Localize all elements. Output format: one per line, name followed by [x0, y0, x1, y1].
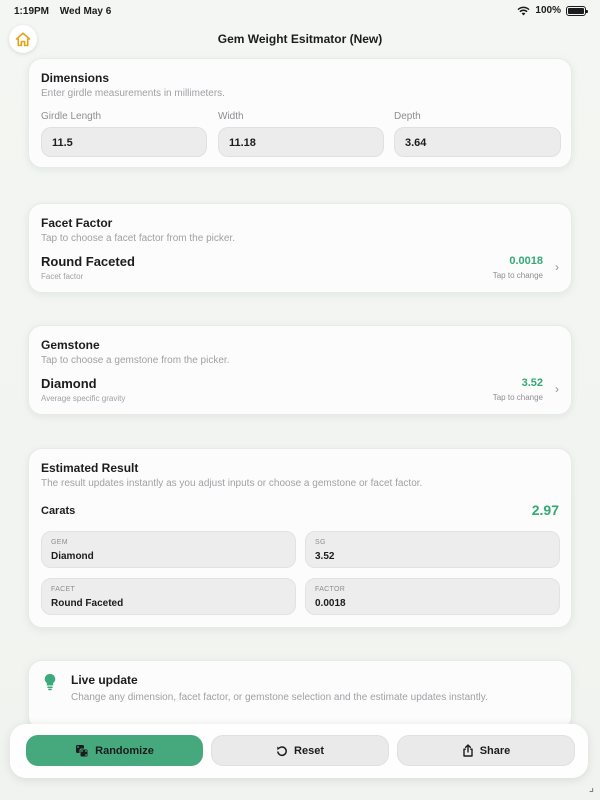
status-left: 1:19PM Wed May 6 [14, 6, 119, 17]
live-update-text: Change any dimension, facet factor, or g… [71, 692, 488, 703]
carats-value: 2.97 [531, 502, 559, 518]
gemstone-value: 3.52 [521, 377, 543, 389]
page-title: Gem Weight Esitmator (New) [217, 32, 383, 46]
live-update-title: Live update [71, 673, 138, 687]
girdle-length-label: Girdle Length [41, 111, 102, 122]
battery-icon [566, 5, 588, 16]
width-input[interactable]: 11.18 [218, 127, 384, 157]
lightbulb-icon [44, 673, 56, 696]
result-tile-sg: SG 3.52 [305, 531, 560, 568]
live-update-card: Live update Change any dimension, facet … [28, 660, 572, 730]
girdle-length-input[interactable]: 11.5 [41, 127, 207, 157]
gemstone-caption: Average specific gravity [41, 394, 126, 403]
status-right: 100% [517, 5, 588, 16]
tile-value: 3.52 [315, 551, 335, 562]
gemstone-subtitle: Tap to choose a gemstone from the picker… [41, 355, 230, 366]
reset-button[interactable]: Reset [211, 735, 389, 766]
reset-icon [277, 745, 287, 756]
share-icon [463, 744, 473, 757]
result-tile-factor: FACTOR 0.0018 [305, 578, 560, 615]
tile-value: Diamond [51, 551, 94, 562]
depth-input[interactable]: 3.64 [394, 127, 561, 157]
tile-key: GEM [51, 539, 68, 546]
facet-factor-card[interactable]: Facet Factor Tap to choose a facet facto… [28, 203, 572, 293]
estimated-result-card: Estimated Result The result updates inst… [28, 448, 572, 628]
share-button[interactable]: Share [397, 735, 575, 766]
depth-label: Depth [394, 111, 421, 122]
reset-label: Reset [294, 744, 324, 757]
result-tile-gem: GEM Diamond [41, 531, 296, 568]
dimensions-subtitle: Enter girdle measurements in millimeters… [41, 88, 225, 99]
facet-factor-caption: Facet factor [41, 272, 84, 281]
facet-factor-name: Round Faceted [41, 254, 135, 269]
dimensions-card: Dimensions Enter girdle measurements in … [28, 58, 572, 168]
facet-factor-hint: Tap to change [492, 271, 543, 280]
width-label: Width [218, 111, 244, 122]
gemstone-hint: Tap to change [492, 393, 543, 402]
bottom-action-bar: Randomize Reset Share [10, 724, 588, 778]
result-tile-facet: FACET Round Faceted [41, 578, 296, 615]
resize-handle-icon[interactable]: ⌟ [589, 781, 594, 794]
battery-percent: 100% [535, 5, 561, 16]
wifi-icon [517, 6, 530, 15]
carats-label: Carats [41, 505, 76, 517]
tile-value: 0.0018 [315, 598, 346, 609]
chevron-right-icon: › [555, 382, 559, 396]
randomize-button[interactable]: Randomize [26, 735, 203, 766]
gemstone-name: Diamond [41, 376, 97, 391]
tile-key: FACTOR [315, 586, 346, 593]
tile-value: Round Faceted [51, 598, 124, 609]
facet-factor-title: Facet Factor [41, 216, 113, 230]
status-time: 1:19PM [14, 6, 50, 17]
gemstone-title: Gemstone [41, 338, 100, 352]
result-subtitle: The result updates instantly as you adju… [41, 478, 423, 489]
tile-key: SG [315, 539, 326, 546]
dice-icon [76, 744, 89, 757]
result-title: Estimated Result [41, 461, 139, 475]
randomize-label: Randomize [95, 744, 154, 757]
status-bar: 1:19PM Wed May 6 100% [0, 0, 600, 22]
facet-factor-subtitle: Tap to choose a facet factor from the pi… [41, 233, 235, 244]
dimensions-title: Dimensions [41, 71, 110, 85]
gemstone-card[interactable]: Gemstone Tap to choose a gemstone from t… [28, 325, 572, 415]
share-label: Share [479, 744, 511, 757]
chevron-right-icon: › [555, 260, 559, 274]
status-date: Wed May 6 [59, 6, 112, 17]
nav-bar: Gem Weight Esitmator (New) [0, 22, 600, 54]
facet-factor-value: 0.0018 [509, 255, 543, 267]
tile-key: FACET [51, 586, 76, 593]
battery-fill [568, 7, 584, 14]
